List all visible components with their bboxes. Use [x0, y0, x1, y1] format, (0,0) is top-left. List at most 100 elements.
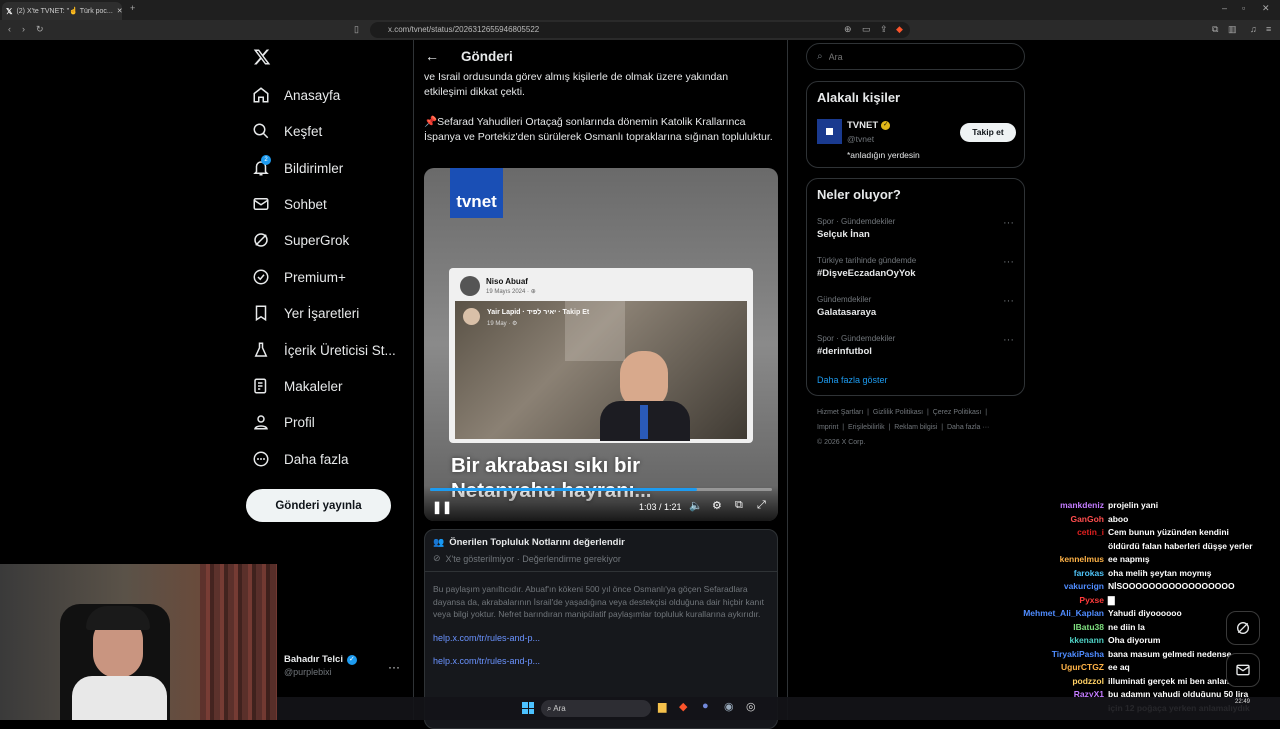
steam-icon[interactable]: ◉ [724, 700, 734, 713]
nav-profile[interactable]: Profil [252, 408, 315, 436]
folder-icon[interactable]: ▆ [658, 700, 666, 713]
obs-icon[interactable]: ◎ [746, 700, 756, 713]
bookmark-icon[interactable]: ▯ [354, 24, 359, 35]
account-switcher[interactable]: Bahadır Telci ✓ @purplebixi ··· [284, 654, 404, 684]
extensions-icon[interactable]: ⧉ [1212, 24, 1218, 35]
nav-bookmarks[interactable]: Yer İşaretleri [252, 299, 359, 327]
nav-chat[interactable]: Sohbet [252, 190, 327, 218]
settings-small-icon: ⚙ [512, 321, 518, 327]
people-icon: 👥 [433, 537, 445, 547]
footer-link[interactable]: Imprint [817, 424, 838, 431]
nav-more[interactable]: Daha fazla [252, 445, 349, 473]
trend-category: Spor · Gündemdekiler [817, 217, 896, 226]
related-handle: @tvnet [847, 134, 875, 144]
person-icon [254, 415, 268, 430]
footer-link[interactable]: Gizlilik Politikası [873, 409, 923, 416]
search-box[interactable]: ⌕ [806, 43, 1025, 70]
sidebar-icon[interactable]: ▥ [1228, 24, 1237, 35]
community-note-header[interactable]: 👥 Önerilen Topluluk Notlarını değerlendi… [425, 530, 777, 572]
trend-more-icon[interactable]: ··· [1003, 217, 1014, 229]
video-progress-track[interactable] [430, 488, 772, 491]
video-progress-fill [430, 488, 697, 491]
share-icon[interactable]: ⇪ [880, 24, 888, 35]
footer-link[interactable]: Çerez Politikası [933, 409, 982, 416]
chat-text: ee napmış [1108, 554, 1150, 564]
post-button[interactable]: Gönderi yayınla [246, 489, 391, 522]
zoom-icon[interactable]: ⊕ [844, 24, 852, 35]
forward-icon[interactable]: › [22, 24, 25, 34]
brave-shield-icon[interactable]: ◆ [896, 24, 903, 35]
footer-link[interactable]: Daha fazla ··· [947, 424, 989, 431]
nav-notifications[interactable]: 2 Bildirimler [252, 154, 343, 182]
trend-more-icon[interactable]: ··· [1003, 256, 1014, 268]
back-arrow-icon[interactable]: ← [425, 48, 439, 64]
grok-icon [1237, 622, 1249, 634]
settings-icon[interactable]: ⚙ [712, 499, 722, 512]
account-more-icon[interactable]: ··· [388, 660, 400, 674]
back-icon[interactable]: ‹ [8, 24, 11, 34]
volume-icon[interactable]: 🔈 [689, 499, 703, 512]
x-favicon-icon: 𝕏 [6, 6, 13, 16]
chat-text: öldürdü falan haberleri düşşe yerler [1108, 540, 1253, 551]
nav-supergrok[interactable]: SuperGrok [252, 226, 349, 254]
pip-icon[interactable]: ⧉ [735, 499, 743, 512]
post-header: ← Gönderi [414, 40, 787, 72]
taskbar-search[interactable]: ⌕ Ara [541, 700, 651, 717]
windows-start-icon[interactable] [522, 702, 534, 714]
nav-premium[interactable]: Premium+ [252, 263, 346, 291]
footer-link[interactable]: Hizmet Şartları [817, 409, 863, 416]
globe-icon: ⊕ [530, 289, 536, 295]
show-more-link[interactable]: Daha fazla göster [817, 375, 888, 385]
facebook-post-frame: Niso Abuaf 19 Mayıs 2024 · ⊕ Yair Lapid … [449, 268, 753, 443]
trend-more-icon[interactable]: ··· [1003, 334, 1014, 346]
trend-item[interactable]: Türkiye tarihinde gündemde #DişveEczadan… [817, 256, 1017, 279]
x-logo-icon[interactable] [253, 48, 271, 71]
chat-text: Oha diyorum [1108, 635, 1161, 645]
new-tab-icon[interactable]: + [130, 3, 135, 13]
community-note-subtitle: X'te gösterilmiyor · Değerlendirme gerek… [445, 553, 621, 564]
trend-more-icon[interactable]: ··· [1003, 295, 1014, 307]
nav-home[interactable]: Anasayfa [252, 81, 340, 109]
clock: 22:49 [1235, 699, 1251, 705]
window-close-icon[interactable]: ✕ [1262, 3, 1270, 14]
trend-item[interactable]: Gündemdekiler Galatasaraya [817, 295, 1017, 318]
search-input[interactable] [828, 51, 1009, 62]
chat-username: farokas [1073, 567, 1104, 578]
cast-icon[interactable]: ▭ [862, 24, 871, 35]
related-avatar[interactable] [817, 119, 842, 144]
fullscreen-icon[interactable]: ⤢ [757, 499, 766, 512]
chat-text: ee aq [1108, 662, 1130, 672]
music-icon[interactable]: ♫ [1250, 24, 1257, 34]
community-note-link[interactable]: help.x.com/tr/rules-and-p... [425, 621, 777, 643]
minimize-icon[interactable]: – [1222, 3, 1227, 13]
nav-creator-studio[interactable]: İçerik Üreticisi St... [252, 336, 396, 364]
chat-message: cetin_i Cem bunun yüzünden kendini [1004, 526, 1280, 540]
trend-item[interactable]: Spor · Gündemdekiler Selçuk İnan [817, 217, 1017, 240]
related-name[interactable]: TVNET [847, 120, 878, 131]
chat-username: Mehmet_Ali_Kaplan [1023, 608, 1104, 618]
menu-icon[interactable]: ≡ [1266, 24, 1271, 34]
pause-icon[interactable]: ❚❚ [432, 500, 452, 514]
community-note-link[interactable]: help.x.com/tr/rules-and-p... [425, 643, 777, 666]
messages-floating-button[interactable] [1226, 653, 1260, 687]
follow-button[interactable]: Takip et [960, 123, 1016, 142]
nav-explore[interactable]: Keşfet [252, 117, 322, 145]
grok-floating-button[interactable] [1226, 611, 1260, 645]
video-player[interactable]: tvnet Niso Abuaf 19 Mayıs 2024 · ⊕ Yair … [424, 168, 778, 521]
footer-link[interactable]: Reklam bilgisi [894, 424, 937, 431]
discord-icon[interactable]: ● [702, 700, 709, 712]
community-note-body: Bu paylaşım yanıltıcıdır. Abuaf'ın köken… [433, 584, 764, 619]
close-tab-icon[interactable]: ✕ [117, 7, 122, 15]
reload-icon[interactable]: ↻ [36, 24, 44, 35]
post-text-line: ve Israil ordusunda görev almış kişilerl… [424, 71, 729, 83]
footer-link[interactable]: Erişilebilirlik [848, 424, 885, 431]
browser-tab[interactable]: 𝕏 (2) X'te TVNET: "☝️ Türk poc... ✕ [2, 2, 122, 20]
nav-articles[interactable]: Makaleler [252, 372, 343, 400]
maximize-icon[interactable]: ▫ [1242, 3, 1245, 13]
trend-item[interactable]: Spor · Gündemdekiler #derinfutbol [817, 334, 1017, 357]
brave-icon[interactable]: ◆ [679, 700, 687, 713]
chat-text: projelin yani [1108, 500, 1159, 510]
chat-text: NİSOOOOOOOOOOOOOOOOO [1108, 581, 1235, 591]
verified-badge-icon: ✓ [346, 654, 357, 665]
url-field[interactable]: x.com/tvnet/status/2026312655946805522 [370, 22, 910, 38]
